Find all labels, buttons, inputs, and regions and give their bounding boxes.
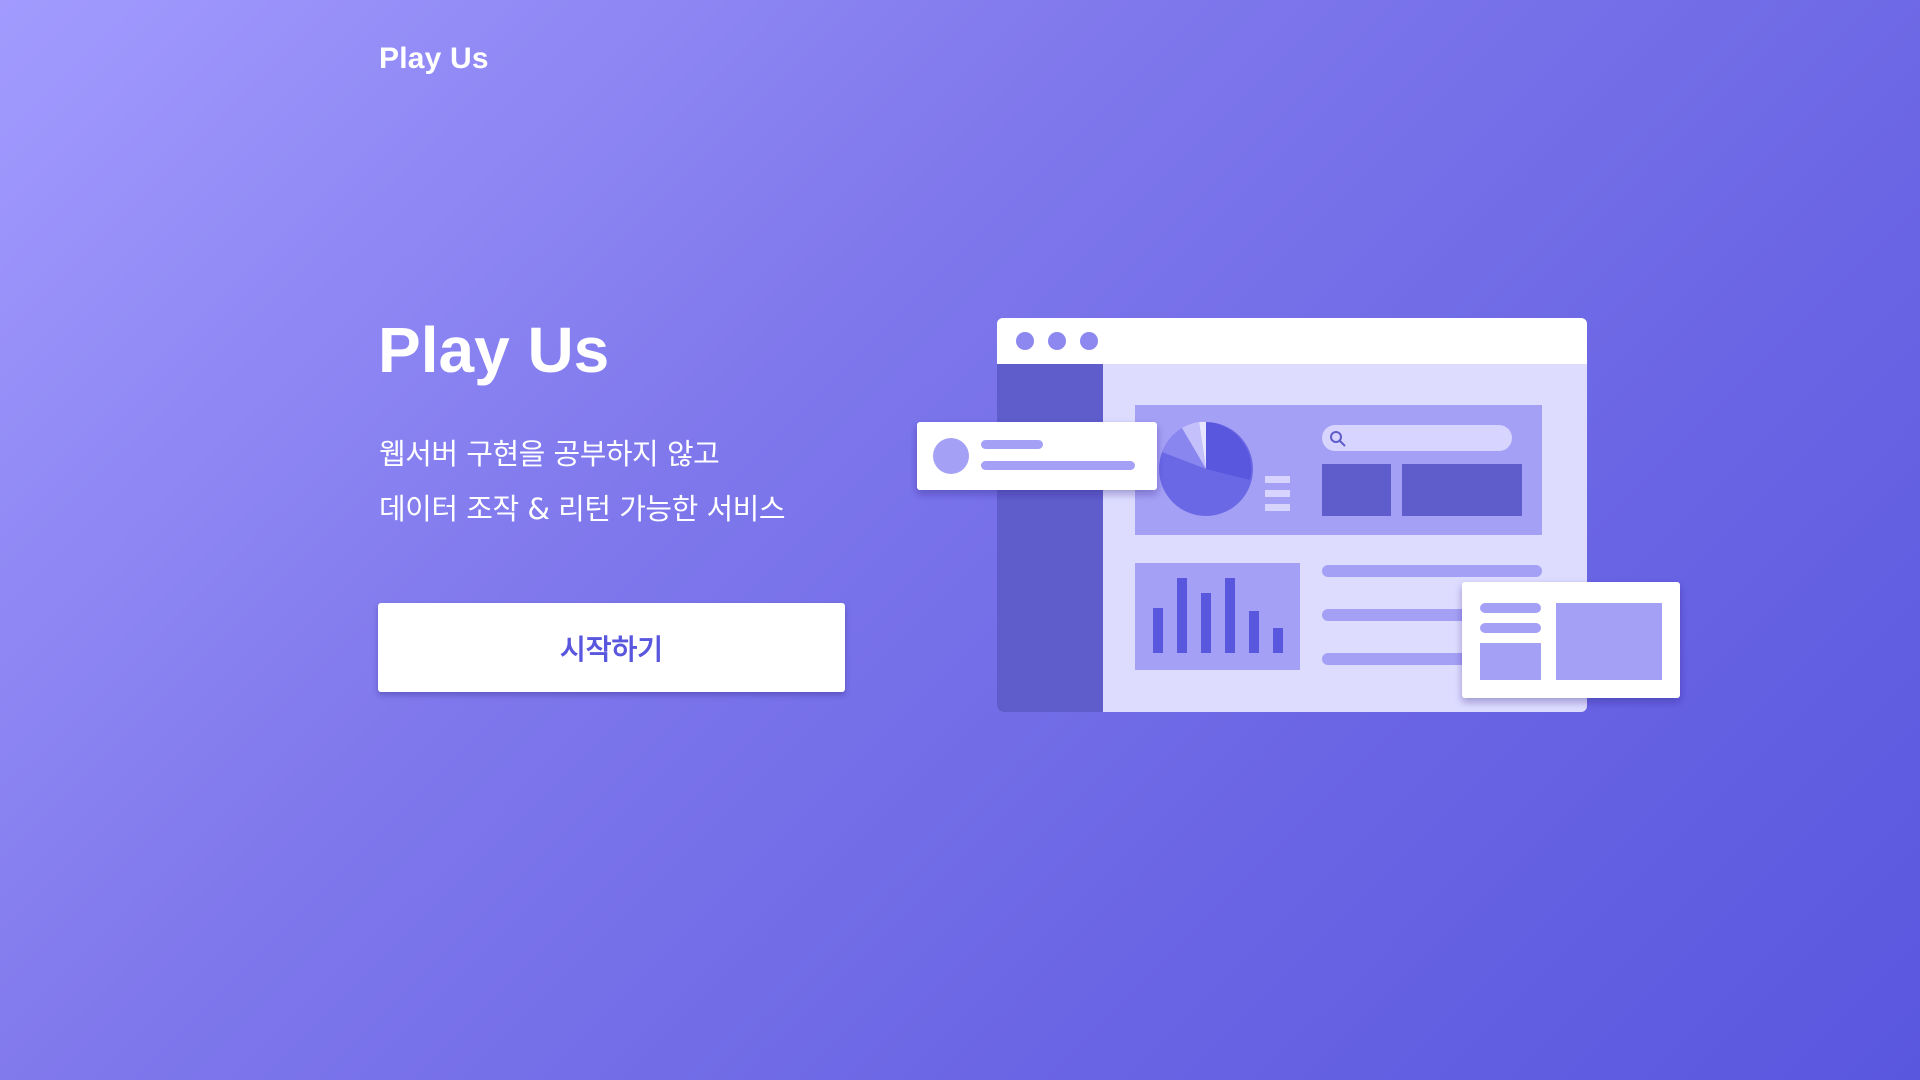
avatar-icon (933, 438, 969, 474)
window-dot-icon (1016, 332, 1034, 350)
hero-title: Play Us (378, 314, 610, 386)
profile-card (917, 422, 1157, 490)
start-button[interactable]: 시작하기 (378, 603, 845, 692)
window-dot-icon (1048, 332, 1066, 350)
window-dot-icon (1080, 332, 1098, 350)
hero-subtitle-line-2: 데이터 조작 & 리턴 가능한 서비스 (379, 492, 786, 526)
search-bar (1322, 425, 1512, 451)
list-card (1462, 582, 1680, 698)
header-logo[interactable]: Play Us (379, 42, 489, 76)
bar-chart-icon (1135, 563, 1300, 670)
pie-chart-icon (1159, 421, 1253, 516)
dashboard-illustration (917, 318, 1680, 712)
legend-lines-icon (1265, 476, 1290, 511)
top-dashboard-card (1135, 405, 1542, 535)
hero-subtitle-line-1: 웹서버 구현을 공부하지 않고 (379, 437, 720, 471)
